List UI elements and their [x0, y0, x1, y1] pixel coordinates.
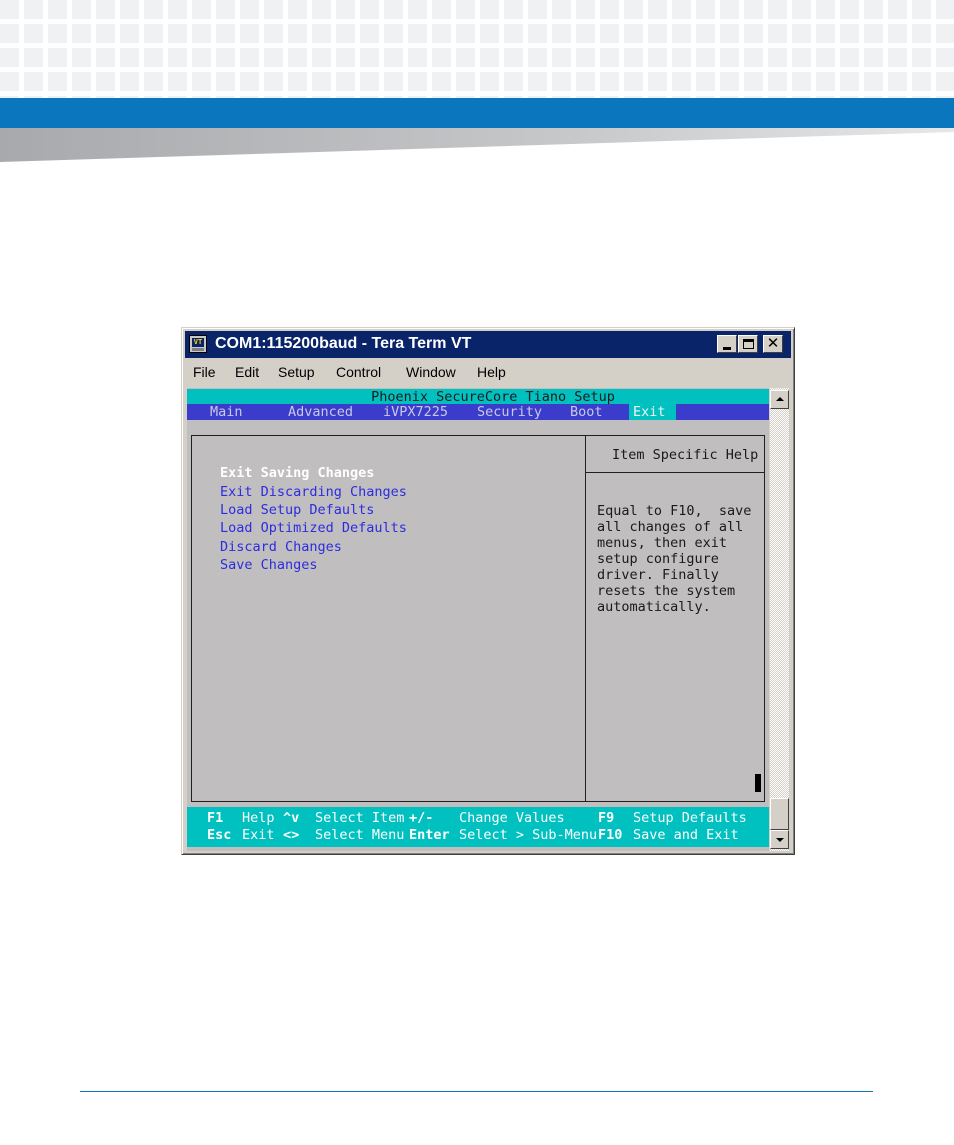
help-panel-title: Item Specific Help: [612, 447, 759, 463]
tab-ivpx7225[interactable]: iVPX7225: [383, 404, 448, 420]
terminal-cursor: [755, 774, 761, 792]
menu-item-save-changes[interactable]: Save Changes: [220, 557, 318, 573]
key-updown: ^v: [283, 810, 300, 826]
arrow-down-icon: [776, 838, 784, 842]
menubar: File Edit Setup Control Window Help: [186, 360, 786, 384]
header-grey-wedge: [0, 128, 954, 162]
minimize-icon: [723, 347, 731, 350]
menu-item-exit-discarding-changes[interactable]: Exit Discarding Changes: [220, 484, 407, 500]
key-leftright-desc: Select Menu: [315, 827, 405, 843]
key-plusminus-desc: Change Values: [459, 810, 565, 826]
close-button[interactable]: ✕: [763, 334, 783, 353]
minimize-button[interactable]: [717, 335, 737, 353]
menu-item-discard-changes[interactable]: Discard Changes: [220, 539, 342, 555]
menu-window[interactable]: Window: [406, 364, 456, 380]
key-enter-desc: Select > Sub-Menu: [459, 827, 598, 843]
key-f9: F9: [598, 810, 615, 826]
header-tile-pattern: [0, 0, 954, 98]
scroll-down-button[interactable]: [770, 830, 789, 849]
vertical-scrollbar[interactable]: [770, 388, 789, 851]
terminal-screen[interactable]: Phoenix SecureCore Tiano Setup Main Adva…: [187, 388, 769, 851]
panel-divider: [585, 436, 586, 801]
key-esc-desc: Exit: [242, 827, 275, 843]
menu-item-load-setup-defaults[interactable]: Load Setup Defaults: [220, 502, 374, 518]
arrow-up-icon: [776, 397, 784, 401]
menu-item-exit-saving-changes[interactable]: Exit Saving Changes: [220, 465, 374, 481]
window-titlebar[interactable]: VT COM1:115200baud - Tera Term VT ✕: [185, 331, 791, 358]
tab-boot[interactable]: Boot: [570, 404, 603, 420]
menu-item-load-optimized-defaults[interactable]: Load Optimized Defaults: [220, 520, 407, 536]
tab-security[interactable]: Security: [477, 404, 542, 420]
close-icon: ✕: [766, 334, 780, 352]
key-f1: F1: [207, 810, 224, 826]
key-f10: F10: [598, 827, 623, 843]
bios-main-panel: Item Specific Help Equal to F10, save all…: [191, 435, 765, 802]
menu-edit[interactable]: Edit: [235, 364, 259, 380]
scroll-thumb[interactable]: [770, 798, 789, 830]
tera-term-app-icon[interactable]: VT: [189, 335, 207, 353]
help-panel-text: Equal to F10, save all changes of all menu…: [597, 503, 752, 615]
tera-term-window: VT COM1:115200baud - Tera Term VT ✕ File…: [181, 327, 795, 855]
key-leftright: <>: [283, 827, 300, 843]
key-f1-desc: Help: [242, 810, 275, 826]
key-updown-desc: Select Item: [315, 810, 405, 826]
header-blue-band: [0, 98, 954, 128]
tab-advanced[interactable]: Advanced: [288, 404, 353, 420]
key-esc: Esc: [207, 827, 232, 843]
tab-exit[interactable]: Exit: [629, 404, 676, 420]
bios-key-legend: F1 Help ^v Select Item +/- Change Values…: [187, 807, 769, 847]
maximize-button[interactable]: [738, 335, 758, 353]
window-title: COM1:115200baud - Tera Term VT: [215, 335, 472, 352]
bios-tab-bar: Main Advanced iVPX7225 Security Boot Exi…: [187, 404, 769, 420]
key-f9-desc: Setup Defaults: [633, 810, 747, 826]
footer-rule: [80, 1091, 873, 1092]
menu-setup[interactable]: Setup: [278, 364, 315, 380]
key-f10-desc: Save and Exit: [633, 827, 739, 843]
scroll-up-button[interactable]: [770, 390, 789, 409]
maximize-icon: [743, 339, 754, 349]
bios-setup-title: Phoenix SecureCore Tiano Setup: [187, 389, 769, 405]
key-plusminus: +/-: [409, 810, 434, 826]
key-enter: Enter: [409, 827, 450, 843]
menu-help[interactable]: Help: [477, 364, 506, 380]
help-separator: [586, 472, 764, 473]
menu-control[interactable]: Control: [336, 364, 381, 380]
menu-file[interactable]: File: [193, 364, 216, 380]
tab-main[interactable]: Main: [210, 404, 243, 420]
